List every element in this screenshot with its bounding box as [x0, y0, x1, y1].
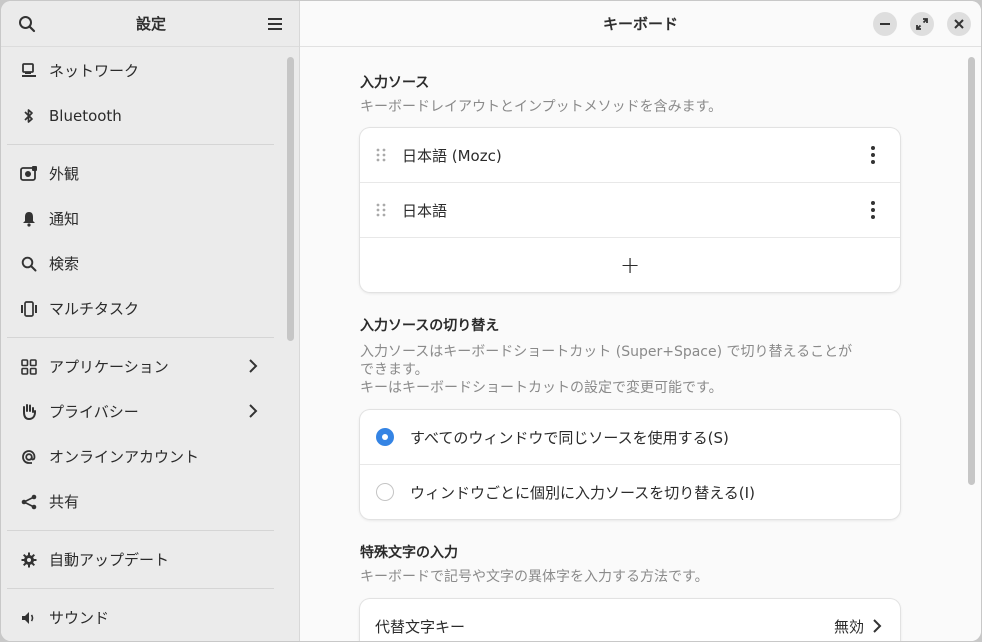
bell-icon — [19, 209, 39, 229]
sidebar-item-label: プライバシー — [49, 403, 139, 421]
main-panel: キーボード 入力ソース キーボードレイアウトとインプットメソッドを含みます。 日… — [300, 1, 981, 641]
share-icon — [19, 492, 39, 512]
sidebar-item-label: サウンド — [49, 609, 110, 627]
sidebar-scrollbar[interactable] — [287, 57, 294, 341]
alt-key-value: 無効 — [834, 616, 882, 637]
sidebar-item-label: 検索 — [49, 255, 80, 273]
main-scrollbar[interactable] — [968, 57, 975, 485]
option-label: ウィンドウごとに個別に入力ソースを切り替える(I) — [410, 483, 755, 502]
window-controls — [873, 12, 971, 36]
sidebar-item-label: マルチタスク — [49, 300, 140, 318]
drag-handle-icon[interactable] — [374, 147, 388, 163]
input-source-label: 日本語 (Mozc) — [402, 146, 502, 165]
sidebar-separator — [7, 144, 274, 145]
same-source-option[interactable]: すべてのウィンドウで同じソースを使用する(S) — [360, 410, 900, 465]
sidebar-item-auto-updates[interactable]: 自動アップデート — [7, 537, 274, 582]
switching-card: すべてのウィンドウで同じソースを使用する(S) ウィンドウごとに個別に入力ソース… — [360, 410, 900, 519]
main-header: キーボード — [300, 1, 981, 47]
search-button[interactable] — [15, 12, 39, 36]
minimize-icon — [880, 23, 890, 25]
special-chars-card: 代替文字キー 無効 — [360, 599, 900, 641]
per-window-option[interactable]: ウィンドウごとに個別に入力ソースを切り替える(I) — [360, 465, 900, 519]
apps-grid-icon — [19, 357, 39, 377]
sidebar-title: 設定 — [135, 15, 166, 33]
chevron-right-icon — [248, 358, 258, 378]
sidebar-separator — [7, 530, 274, 531]
sidebar-item-multitasking[interactable]: マルチタスク — [7, 286, 274, 331]
sidebar-item-label: ネットワーク — [49, 62, 140, 80]
switching-title: 入力ソースの切り替え — [360, 318, 500, 334]
settings-window: 設定 ネットワーク Bluetooth 外観 通知 検索 マルチタスク アプリケ… — [1, 1, 981, 641]
gear-icon — [19, 550, 39, 570]
sidebar-item-notifications[interactable]: 通知 — [7, 196, 274, 241]
hand-icon — [19, 402, 39, 422]
close-icon — [954, 19, 964, 29]
alt-key-label: 代替文字キー — [375, 617, 466, 636]
input-source-row[interactable]: 日本語 (Mozc) — [360, 128, 900, 183]
sidebar-item-privacy[interactable]: プライバシー — [7, 389, 274, 434]
sidebar-list: ネットワーク Bluetooth 外観 通知 検索 マルチタスク アプリケーショ… — [7, 48, 274, 640]
sidebar-item-network[interactable]: ネットワーク — [7, 48, 274, 93]
sidebar-item-bluetooth[interactable]: Bluetooth — [7, 93, 274, 138]
close-button[interactable] — [947, 12, 971, 36]
special-chars-description: キーボードで記号や文字の異体字を入力する方法です。 — [360, 569, 709, 585]
add-input-source-button[interactable]: + — [360, 238, 900, 292]
drag-handle-icon[interactable] — [374, 202, 388, 218]
option-label: すべてのウィンドウで同じソースを使用する(S) — [410, 428, 729, 447]
more-options-icon[interactable] — [870, 200, 876, 224]
sidebar-item-label: オンラインアカウント — [49, 448, 200, 466]
sidebar-item-applications[interactable]: アプリケーション — [7, 344, 274, 389]
speaker-icon — [19, 608, 39, 628]
at-icon — [19, 447, 39, 467]
search-icon — [19, 15, 36, 32]
radio-selected[interactable] — [376, 428, 394, 446]
switching-description: 入力ソースはキーボードショートカット (Super+Space) で切り替えるこ… — [360, 344, 853, 396]
sidebar-item-appearance[interactable]: 外観 — [7, 151, 274, 196]
maximize-button[interactable] — [910, 12, 934, 36]
sidebar-item-search[interactable]: 検索 — [7, 241, 274, 286]
network-icon — [19, 61, 39, 81]
bluetooth-icon — [19, 106, 39, 126]
sidebar-item-sharing[interactable]: 共有 — [7, 479, 274, 524]
main-menu-button[interactable] — [263, 12, 287, 36]
input-sources-title: 入力ソース — [360, 75, 430, 91]
sidebar-header: 設定 — [1, 1, 299, 47]
multitasking-icon — [19, 299, 39, 319]
input-source-row[interactable]: 日本語 — [360, 183, 900, 238]
sidebar-separator — [7, 588, 274, 589]
more-options-icon[interactable] — [870, 145, 876, 169]
radio-unselected[interactable] — [376, 483, 394, 501]
hamburger-icon — [267, 17, 282, 30]
sidebar-item-label: 通知 — [49, 210, 80, 228]
maximize-icon — [916, 18, 928, 30]
minimize-button[interactable] — [873, 12, 897, 36]
input-source-label: 日本語 — [402, 201, 448, 220]
sidebar-item-label: 自動アップデート — [49, 551, 170, 569]
sidebar-item-label: 外観 — [49, 165, 80, 183]
sidebar-item-sound[interactable]: サウンド — [7, 595, 274, 640]
special-chars-title: 特殊文字の入力 — [360, 545, 458, 561]
appearance-icon — [19, 164, 39, 184]
sidebar: 設定 ネットワーク Bluetooth 外観 通知 検索 マルチタスク アプリケ… — [1, 1, 300, 641]
page-title: キーボード — [602, 15, 678, 33]
sidebar-item-label: アプリケーション — [49, 358, 169, 376]
sidebar-item-label: 共有 — [49, 493, 80, 511]
content: 入力ソース キーボードレイアウトとインプットメソッドを含みます。 日本語 (Mo… — [360, 47, 900, 641]
sidebar-item-online-accounts[interactable]: オンラインアカウント — [7, 434, 274, 479]
sidebar-separator — [7, 337, 274, 338]
input-sources-card: 日本語 (Mozc) 日本語 + — [360, 128, 900, 292]
input-sources-description: キーボードレイアウトとインプットメソッドを含みます。 — [360, 99, 723, 115]
sidebar-item-label: Bluetooth — [49, 106, 122, 125]
chevron-right-icon — [873, 619, 882, 633]
search-icon — [19, 254, 39, 274]
plus-icon: + — [619, 251, 641, 279]
alternate-chars-key-row[interactable]: 代替文字キー 無効 — [360, 599, 900, 641]
chevron-right-icon — [248, 403, 258, 423]
